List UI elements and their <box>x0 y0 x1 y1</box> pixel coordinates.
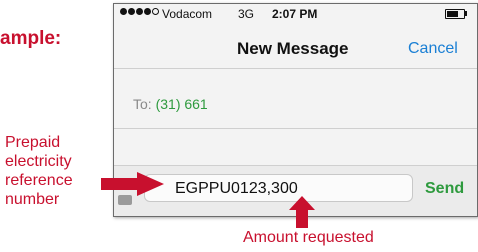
annotation-line: electricity <box>5 153 72 170</box>
divider <box>114 128 477 129</box>
status-bar: Vodacom 3G 2:07 PM <box>114 4 477 24</box>
network-type: 3G <box>238 7 255 21</box>
page-title: New Message <box>237 39 349 58</box>
up-arrow-icon <box>289 196 315 228</box>
phone-screenshot: Vodacom 3G 2:07 PM New Message Cancel To… <box>113 3 478 217</box>
camera-icon[interactable] <box>118 195 132 205</box>
recipient-field[interactable]: To: (31) 661 <box>133 96 208 112</box>
battery-icon <box>445 9 465 19</box>
carrier-name: Vodacom <box>162 7 213 21</box>
recipient-number: (31) 661 <box>155 96 208 112</box>
annotation-line: Prepaid <box>5 134 61 151</box>
cancel-button[interactable]: Cancel <box>408 40 458 58</box>
recipient-label: To: <box>133 96 152 112</box>
annotation-line: number <box>5 191 60 208</box>
nav-bar: New Message Cancel <box>114 24 477 68</box>
example-heading: ample: <box>0 28 62 49</box>
divider <box>114 68 477 69</box>
message-input[interactable]: EGPPU0123,300 <box>144 174 413 202</box>
right-arrow-icon <box>101 172 164 196</box>
signal-strength-icon <box>120 8 159 15</box>
amount-annotation: Amount requested <box>243 229 374 246</box>
reference-number-annotation: Prepaid electricity reference number <box>5 133 73 209</box>
annotation-line: reference <box>5 172 73 189</box>
send-button[interactable]: Send <box>425 180 464 198</box>
status-time: 2:07 PM <box>272 7 318 21</box>
